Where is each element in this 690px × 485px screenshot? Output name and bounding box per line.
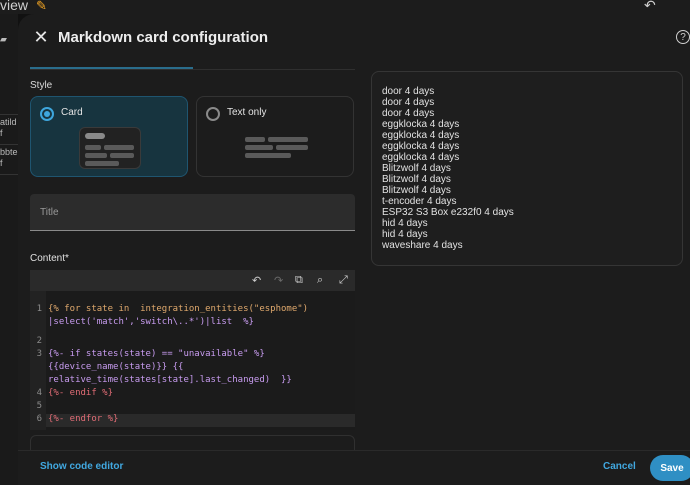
background-list-item: atild f bbox=[0, 117, 18, 139]
show-code-editor-button[interactable]: Show code editor bbox=[40, 461, 123, 472]
preview-line: Blitzwolf 4 days bbox=[382, 163, 451, 174]
background-toolbar: view ✎ ↶ bbox=[0, 0, 690, 14]
editor-panel[interactable]: Style Card Text only Title Content* ↶ ↷ … bbox=[18, 70, 362, 450]
preview-line: ESP32 S3 Box e232f0 4 days bbox=[382, 207, 514, 218]
style-label: Style bbox=[30, 80, 53, 91]
background-item-sub: f bbox=[0, 128, 3, 138]
text-only-radio[interactable] bbox=[206, 107, 220, 121]
pencil-icon[interactable]: ✎ bbox=[36, 0, 47, 14]
title-field-label: Title bbox=[40, 207, 59, 218]
background-title: view bbox=[0, 0, 29, 13]
save-button[interactable]: Save bbox=[650, 455, 690, 481]
line-number: 1 bbox=[36, 304, 42, 314]
preview-line: door 4 days bbox=[382, 108, 435, 119]
close-icon[interactable]: ✕ bbox=[28, 24, 54, 50]
fullscreen-icon[interactable]: ⤢ bbox=[339, 274, 348, 287]
preview-line: eggklocka 4 days bbox=[382, 152, 460, 163]
illustration-bar bbox=[85, 153, 107, 158]
preview-line: door 4 days bbox=[382, 97, 435, 108]
preview-line: Blitzwolf 4 days bbox=[382, 185, 451, 196]
style-option-label: Text only bbox=[227, 107, 267, 118]
preview-line: eggklocka 4 days bbox=[382, 141, 460, 152]
markdown-preview-card: door 4 days door 4 days door 4 days eggk… bbox=[371, 71, 683, 266]
undo-icon[interactable]: ↶ bbox=[644, 0, 656, 14]
illustration-bar bbox=[85, 133, 105, 139]
style-option-text-only[interactable]: Text only bbox=[196, 96, 354, 177]
preview-line: waveshare 4 days bbox=[382, 240, 463, 251]
illustration-bar bbox=[245, 153, 291, 158]
illustration-bar bbox=[104, 145, 134, 150]
undo-icon[interactable]: ↶ bbox=[252, 274, 261, 287]
background-item-label: bbte bbox=[0, 147, 18, 157]
code-toolbar: ↶ ↷ ⧉ ⌕ ⤢ bbox=[30, 270, 355, 291]
background-item-sub: f bbox=[0, 158, 3, 168]
illustration-bar bbox=[276, 145, 308, 150]
next-field-outline bbox=[30, 435, 355, 450]
dialog-footer: Show code editor Cancel Save bbox=[18, 450, 690, 485]
card-radio[interactable] bbox=[40, 107, 54, 121]
redo-icon[interactable]: ↷ bbox=[274, 274, 283, 287]
divider bbox=[0, 144, 18, 145]
divider bbox=[0, 114, 18, 115]
code-line: {% for state in integration_entities("es… bbox=[48, 304, 309, 314]
style-option-label: Card bbox=[61, 107, 83, 118]
code-editor[interactable]: 1 2 3 4 5 6 {% for state in integration_… bbox=[30, 291, 355, 430]
illustration-bar bbox=[245, 145, 273, 150]
background-item-label: atild bbox=[0, 117, 17, 127]
background-left-column: ▰ atild f bbte f bbox=[0, 14, 18, 485]
background-icon: ▰ bbox=[0, 34, 7, 44]
preview-line: eggklocka 4 days bbox=[382, 119, 460, 130]
dialog-header: ✕ Markdown card configuration ? bbox=[18, 14, 690, 62]
divider bbox=[0, 174, 18, 175]
line-number-gutter: 1 2 3 4 5 6 bbox=[30, 291, 46, 430]
preview-line: t-encoder 4 days bbox=[382, 196, 457, 207]
line-number: 3 bbox=[36, 349, 42, 359]
preview-line: Blitzwolf 4 days bbox=[382, 174, 451, 185]
title-field[interactable]: Title bbox=[30, 194, 355, 231]
search-replace-icon[interactable]: ⌕ bbox=[317, 274, 323, 287]
card-illustration-icon bbox=[79, 127, 141, 169]
line-number: 4 bbox=[36, 388, 42, 398]
line-number: 2 bbox=[36, 336, 42, 346]
active-tab-indicator bbox=[30, 67, 193, 69]
dialog-title: Markdown card configuration bbox=[58, 29, 269, 46]
illustration-bar bbox=[245, 137, 265, 142]
code-line: {%- endfor %} bbox=[48, 414, 119, 424]
cancel-button[interactable]: Cancel bbox=[603, 461, 636, 472]
preview-line: hid 4 days bbox=[382, 218, 428, 229]
content-label: Content* bbox=[30, 253, 69, 264]
background-list-item: bbte f bbox=[0, 147, 18, 169]
illustration-bar bbox=[85, 161, 119, 166]
markdown-card-dialog: ✕ Markdown card configuration ? Style Ca… bbox=[18, 14, 690, 485]
copy-icon[interactable]: ⧉ bbox=[295, 274, 303, 287]
illustration-bar bbox=[110, 153, 134, 158]
help-icon[interactable]: ? bbox=[676, 30, 690, 44]
preview-line: door 4 days bbox=[382, 86, 435, 97]
style-option-card[interactable]: Card bbox=[30, 96, 188, 177]
illustration-bar bbox=[268, 137, 308, 142]
preview-line: eggklocka 4 days bbox=[382, 130, 460, 141]
code-line: relative_time(states[state].last_changed… bbox=[48, 375, 292, 385]
code-line: {{device_name(state)}} {{ bbox=[48, 362, 184, 372]
line-number: 6 bbox=[36, 414, 42, 424]
code-line: {%- if states(state) == "unavailable" %} bbox=[48, 349, 265, 359]
preview-line: hid 4 days bbox=[382, 229, 428, 240]
illustration-bar bbox=[85, 145, 101, 150]
line-number: 5 bbox=[36, 401, 42, 411]
code-line: {%- endif %} bbox=[48, 388, 114, 398]
code-line: |select('match','switch\..*')|list %} bbox=[48, 317, 254, 327]
